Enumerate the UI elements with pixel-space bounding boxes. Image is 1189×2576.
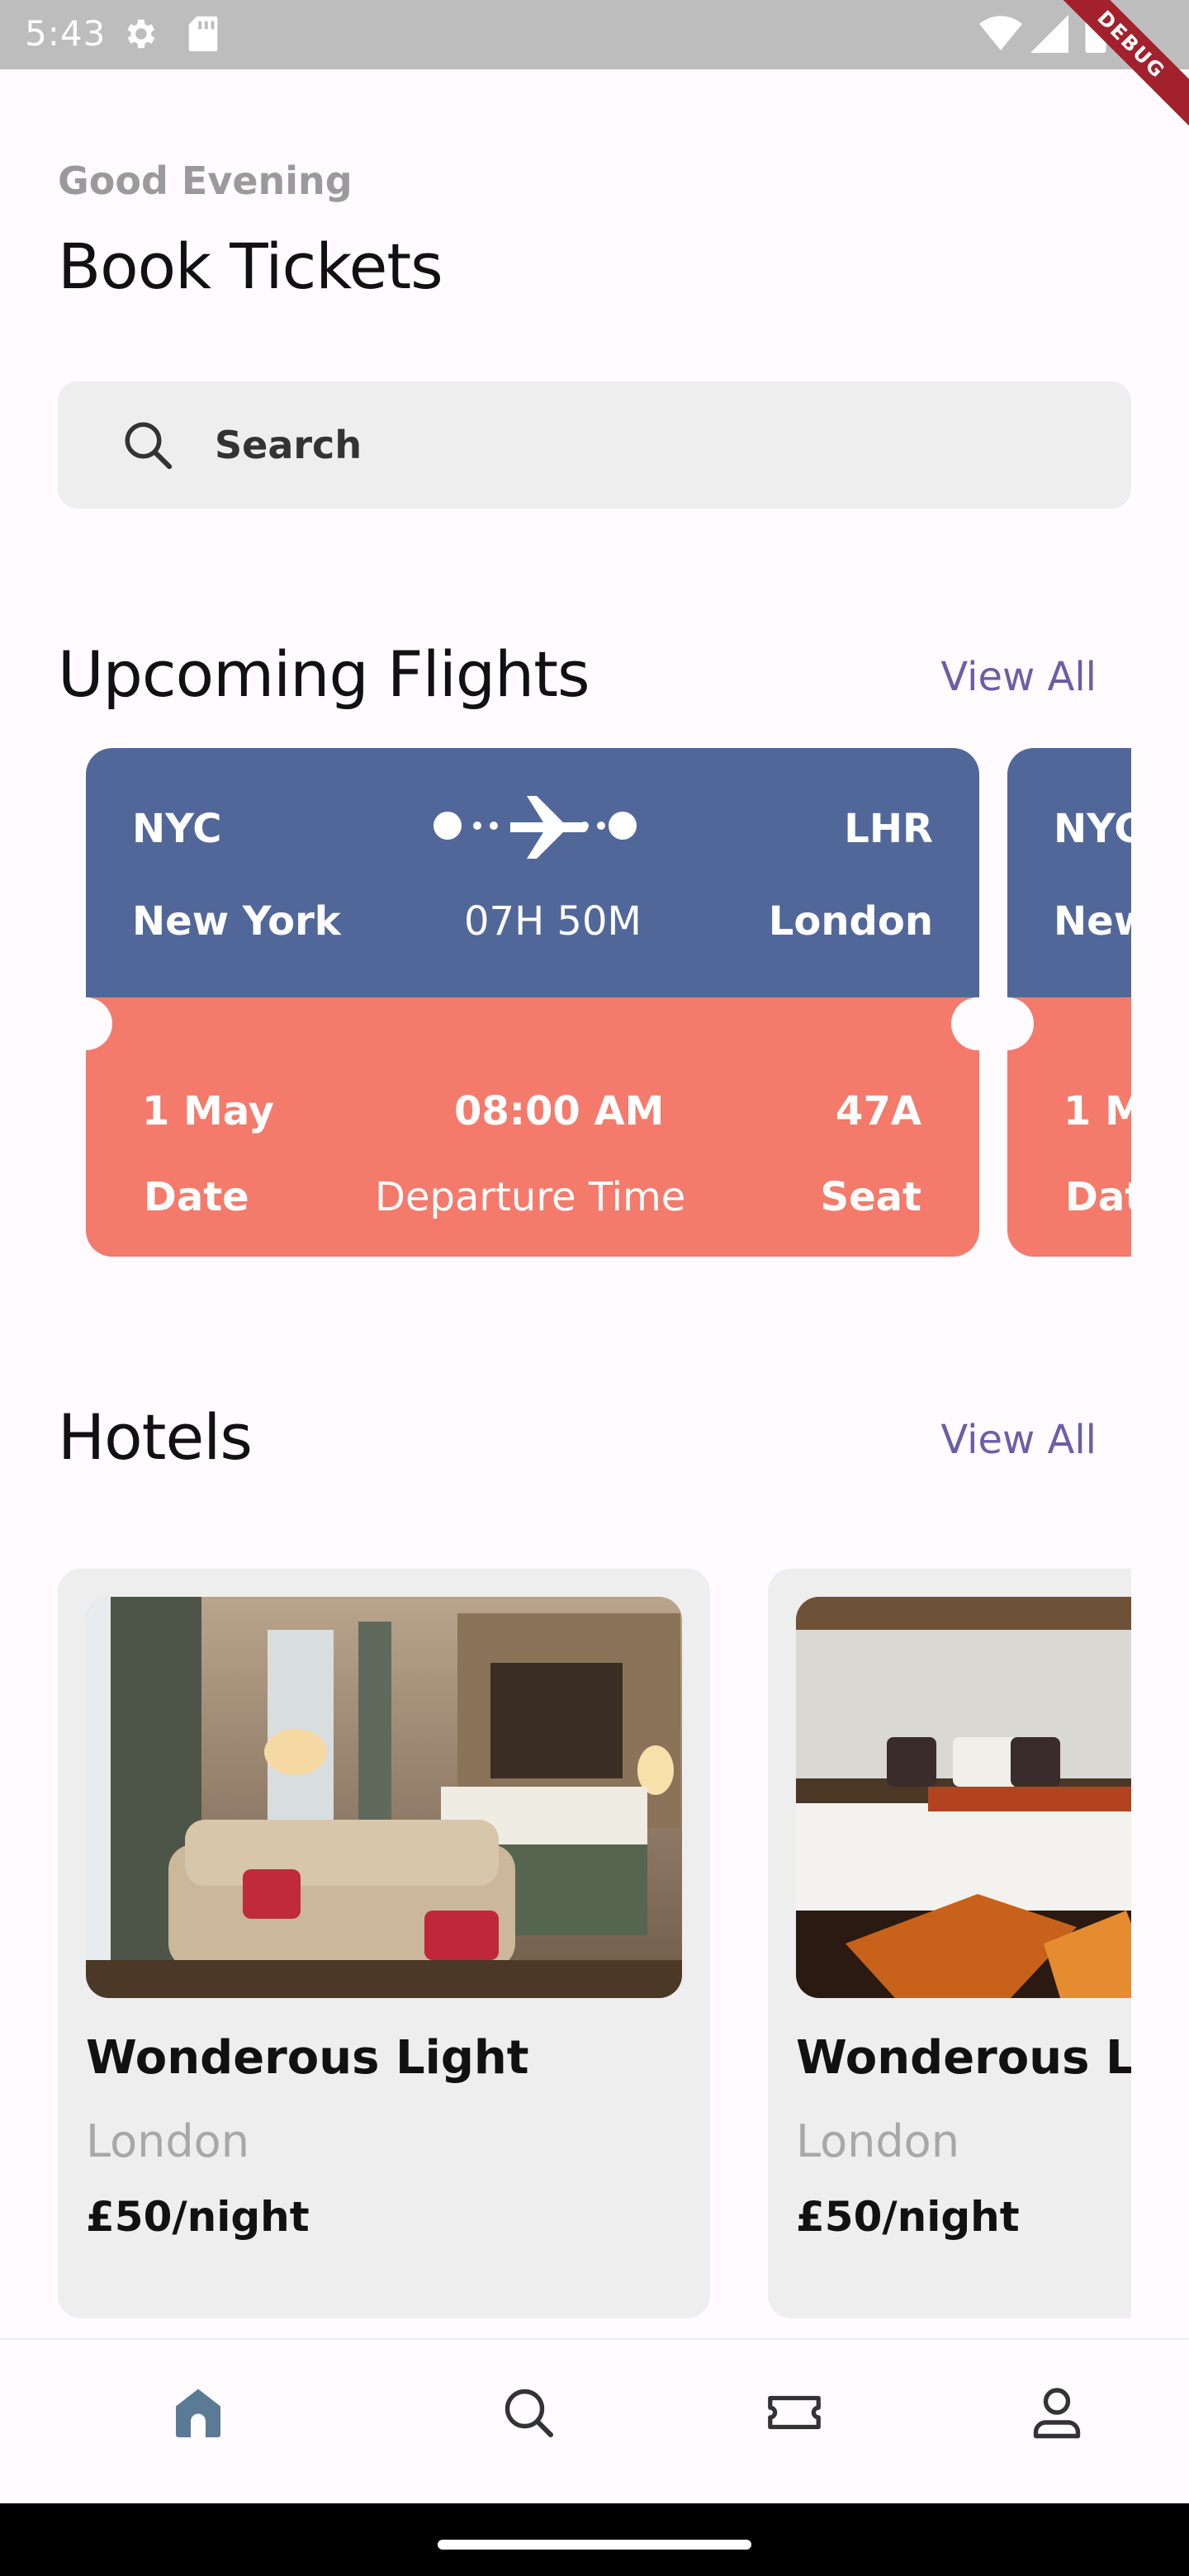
search-icon: [504, 2389, 553, 2437]
ticket-notch: [981, 997, 1034, 1050]
ticket-icon: [768, 2395, 821, 2430]
signal-icon: [1030, 15, 1068, 56]
status-time: 5:43: [25, 13, 107, 54]
hotel-name: Wonderous Light: [796, 2031, 1131, 2085]
seat-label: Seat: [820, 1174, 921, 1220]
flight-ticket-card[interactable]: NYC New York 07H 50M LHR London 1 May Da: [86, 748, 979, 1257]
hotels-view-all-link[interactable]: View All: [940, 1417, 1097, 1463]
ticket-details-panel: 1 May Date 08:00 AM Departure Time 47A S…: [86, 997, 979, 1257]
nav-profile-button[interactable]: [1027, 2383, 1087, 2446]
nav-search-button[interactable]: [499, 2383, 558, 2446]
hotel-card[interactable]: Wonderous Light London £50/night: [58, 1569, 710, 2318]
ticket-notch: [59, 997, 112, 1050]
greeting-text: Good Evening: [58, 159, 353, 203]
flights-view-all-link[interactable]: View All: [940, 654, 1097, 700]
date-label: Date: [144, 1174, 249, 1220]
hotels-carousel[interactable]: Wonderous Light London £50/night Wondero…: [58, 1569, 1131, 2328]
hotel-price: £50/night: [796, 2193, 1020, 2241]
hotel-photo: [86, 1597, 682, 1998]
ticket-route-panel: NYC New York: [1007, 748, 1131, 997]
plane-route-icon: [431, 793, 637, 862]
hotel-name: Wonderous Light: [86, 2031, 529, 2085]
bottom-navigation: [0, 2338, 1189, 2503]
from-code: NYC: [1054, 806, 1131, 852]
page-title: Book Tickets: [58, 230, 443, 303]
from-city: New York: [132, 898, 341, 945]
search-placeholder: Search: [215, 423, 362, 467]
hotel-city: London: [796, 2115, 959, 2167]
ticket-route-panel: NYC New York 07H 50M LHR London: [86, 748, 979, 997]
to-code: LHR: [844, 806, 933, 852]
home-icon: [176, 2389, 220, 2437]
hotel-photo: [796, 1597, 1131, 1998]
search-icon: [121, 418, 175, 476]
hotel-price: £50/night: [86, 2193, 310, 2241]
from-city: New York: [1054, 898, 1131, 945]
hotel-city: London: [86, 2115, 249, 2167]
date-label: Date: [1065, 1174, 1131, 1220]
flights-carousel[interactable]: NYC New York 07H 50M LHR London 1 May Da: [58, 748, 1131, 1260]
from-code: NYC: [132, 806, 222, 852]
wifi-icon: [979, 15, 1022, 56]
flight-duration: 07H 50M: [464, 898, 642, 945]
to-city: London: [768, 898, 933, 945]
nav-tickets-button[interactable]: [763, 2383, 826, 2446]
flight-date: 1 May: [1063, 1088, 1131, 1134]
departure-time: 08:00 AM: [454, 1088, 665, 1134]
home-gesture-handle[interactable]: [438, 2540, 751, 2550]
sd-card-icon: [187, 15, 220, 56]
profile-icon: [1033, 2388, 1081, 2439]
seat-number: 47A: [836, 1088, 921, 1134]
status-bar: 5:43 DEBUG: [0, 0, 1189, 133]
flights-section-title: Upcoming Flights: [58, 637, 590, 711]
search-input[interactable]: Search: [58, 381, 1131, 509]
flight-ticket-card[interactable]: NYC New York 1 May Date: [1007, 748, 1131, 1257]
nav-home-button[interactable]: [168, 2383, 228, 2446]
settings-icon: [121, 15, 159, 56]
hotel-card[interactable]: Wonderous Light London £50/night: [768, 1569, 1131, 2318]
flight-date: 1 May: [142, 1088, 275, 1134]
departure-label: Departure Time: [375, 1174, 686, 1220]
hotels-section-title: Hotels: [58, 1400, 253, 1474]
